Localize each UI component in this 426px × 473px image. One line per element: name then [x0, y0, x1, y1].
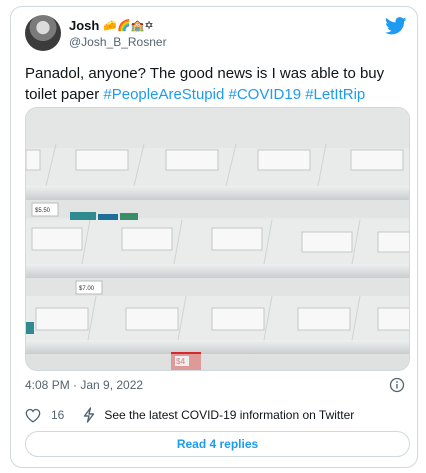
tweet-card: Josh 🧀🌈🏫✡ @Josh_B_Rosner Panadol, anyone…: [10, 6, 418, 468]
covid-info-icon: [84, 407, 95, 423]
hashtag-covid19[interactable]: #COVID19: [229, 86, 302, 103]
author-name[interactable]: Josh: [69, 18, 99, 33]
twitter-bird-icon[interactable]: [385, 17, 407, 35]
tweet-actions: 16 See the latest COVID-19 information o…: [25, 407, 354, 423]
hashtag-people-are-stupid[interactable]: #PeopleAreStupid: [103, 86, 224, 103]
empty-shelves-photo: $5.50 $7.00: [26, 108, 409, 370]
tweet-text: Panadol, anyone? The good news is I was …: [25, 63, 410, 105]
price-tag-1: $5.50: [35, 208, 51, 214]
heart-icon: [25, 408, 41, 423]
price-tag-2: $7.00: [79, 286, 95, 292]
tweet-photo[interactable]: $5.50 $7.00: [25, 107, 410, 371]
author-name-row: Josh 🧀🌈🏫✡: [69, 18, 154, 33]
like-count: 16: [51, 408, 65, 422]
hashtag-let-it-rip[interactable]: #LetItRip: [305, 86, 365, 103]
covid-info-link[interactable]: See the latest COVID-19 information on T…: [82, 407, 354, 423]
read-replies-button[interactable]: Read 4 replies: [25, 431, 410, 457]
info-icon[interactable]: [389, 377, 405, 393]
author-emojis: 🧀🌈🏫✡: [103, 18, 154, 32]
shelf-row-3: [26, 295, 409, 354]
tweet-timestamp[interactable]: 4:08 PM · Jan 9, 2022: [25, 378, 143, 392]
covid-info-text: See the latest COVID-19 information on T…: [104, 408, 355, 422]
shelf-row-2: [26, 219, 409, 278]
like-button[interactable]: 16: [25, 408, 64, 423]
shelf-row-1: [26, 143, 409, 200]
author-handle[interactable]: @Josh_B_Rosner: [69, 35, 167, 49]
avatar[interactable]: [25, 15, 61, 51]
